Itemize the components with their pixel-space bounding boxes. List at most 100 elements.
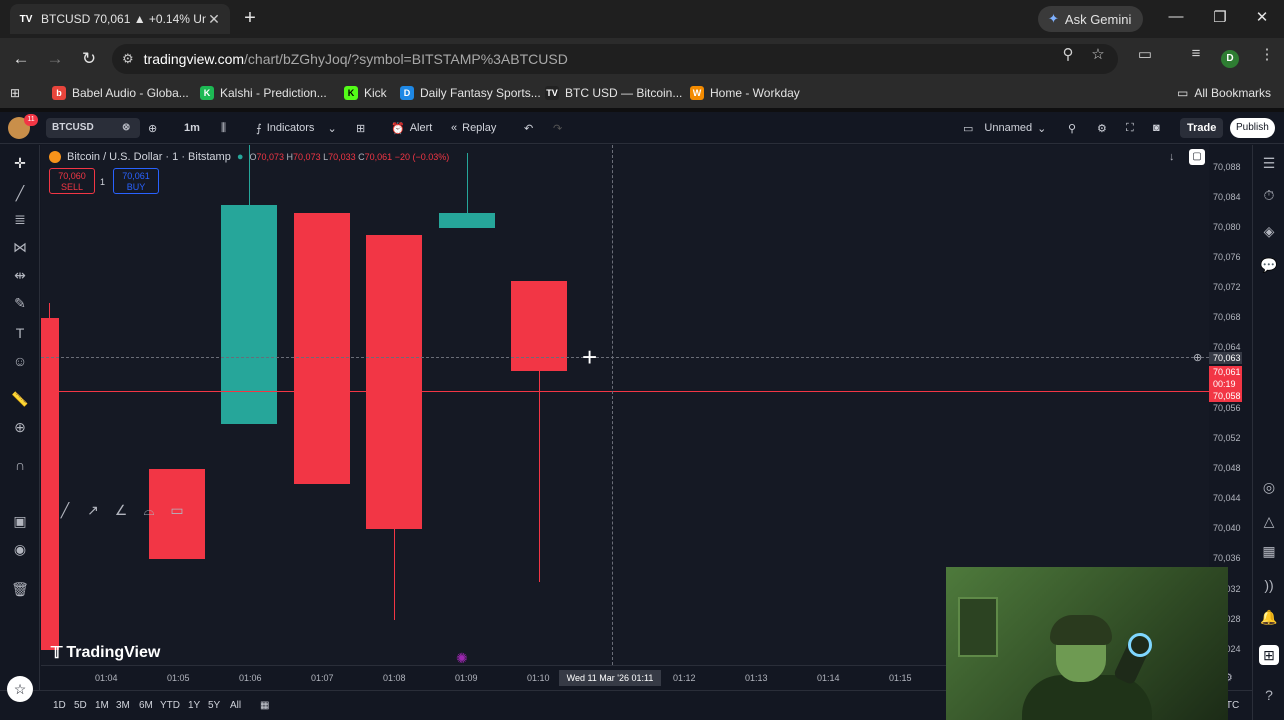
bookmark-star-icon[interactable]: ☆ xyxy=(1089,45,1107,63)
ask-gemini-button[interactable]: ✦ Ask Gemini xyxy=(1038,6,1144,32)
trash-icon[interactable]: 🗑 xyxy=(10,579,30,599)
range-button[interactable]: All xyxy=(230,700,241,711)
price-tick-label: 70,044 xyxy=(1213,493,1241,504)
replay-button[interactable]: « Replay xyxy=(451,119,496,137)
go-to-date-icon[interactable]: ▦ xyxy=(260,700,269,711)
range-button[interactable]: 1D xyxy=(53,700,66,711)
profile-avatar[interactable]: D xyxy=(1221,50,1239,68)
browser-menu-icon[interactable]: ⋮ xyxy=(1258,45,1276,63)
settings-lines-icon[interactable]: ≡ xyxy=(41,500,47,520)
range-button[interactable]: 5Y xyxy=(208,700,220,711)
alert-button[interactable]: ⏰ Alert xyxy=(391,119,432,137)
help-icon[interactable]: ? xyxy=(1259,685,1279,705)
layout-selector[interactable]: ▭ Unnamed ⌄ xyxy=(963,119,1046,137)
bookmark-kick[interactable]: K Kick xyxy=(344,86,387,100)
polyline-tool-icon[interactable]: ⌓ xyxy=(139,500,159,520)
line-tool-icon[interactable]: ╱ xyxy=(55,500,75,520)
last-price-line xyxy=(41,391,1209,392)
bookmark-btc-usd[interactable]: TV BTC USD — Bitcoin... xyxy=(545,86,682,100)
snapshot-camera-icon[interactable]: ◙ xyxy=(1153,119,1160,137)
close-window-button[interactable]: ✕ xyxy=(1252,8,1272,26)
time-tick-label: 01:15 xyxy=(889,673,912,683)
back-button[interactable]: ← xyxy=(10,48,32,70)
eye-icon[interactable]: ◉ xyxy=(10,539,30,559)
range-button[interactable]: 3M xyxy=(116,700,130,711)
legend-title[interactable]: Bitcoin / U.S. Dollar · 1 · Bitstamp xyxy=(67,151,231,163)
compare-icon[interactable]: ⊗ xyxy=(122,118,130,138)
apps-grid-icon[interactable]: ⊞ xyxy=(1259,645,1279,665)
publish-button[interactable]: Publish xyxy=(1230,118,1275,138)
add-alert-plus-icon[interactable]: ⊕ xyxy=(1193,351,1202,364)
candle-body[interactable] xyxy=(293,212,350,485)
all-bookmarks[interactable]: ▭ All Bookmarks xyxy=(1177,86,1271,100)
event-marker-icon[interactable]: ✺ xyxy=(456,650,468,665)
ray-tool-icon[interactable]: ↗ xyxy=(83,500,103,520)
pattern-tool-icon[interactable]: ⋈ xyxy=(10,237,30,257)
zoom-in-icon[interactable]: ⊕ xyxy=(10,417,30,437)
favorite-star-icon[interactable]: ☆ xyxy=(7,676,33,702)
brush-tool-icon[interactable]: ✎ xyxy=(10,293,30,313)
measure-ruler-icon[interactable]: 📏 xyxy=(10,389,30,409)
interval-button[interactable]: 1m xyxy=(184,119,200,137)
angle-tool-icon[interactable]: ∠ xyxy=(111,500,131,520)
range-button[interactable]: 6M xyxy=(139,700,153,711)
forward-button[interactable]: → xyxy=(44,48,66,70)
add-symbol-icon[interactable]: ⊕ xyxy=(148,119,157,137)
range-button[interactable]: 1Y xyxy=(188,700,200,711)
candle-body[interactable] xyxy=(41,318,59,650)
alerts-clock-icon[interactable]: ⏱ xyxy=(1259,185,1279,205)
emoji-tool-icon[interactable]: ☺ xyxy=(10,351,30,371)
bookmark-babel-audio[interactable]: b Babel Audio - Globa... xyxy=(52,86,189,100)
media-control-icon[interactable]: ≡ xyxy=(1187,45,1205,62)
ideas-icon[interactable]: △ xyxy=(1259,511,1279,531)
magnet-icon[interactable]: ∩ xyxy=(10,455,30,475)
text-tool-icon[interactable]: T xyxy=(10,323,30,343)
minimize-button[interactable]: — xyxy=(1166,8,1186,25)
sell-button[interactable]: 70,060 SELL xyxy=(49,168,95,194)
notifications-bell-icon[interactable]: 🔔 xyxy=(1259,607,1279,627)
url-field[interactable]: ⚙ tradingview.com /chart/bZGhyJoq/?symbo… xyxy=(112,44,1118,74)
target-icon[interactable]: ◎ xyxy=(1259,477,1279,497)
range-button[interactable]: 1M xyxy=(95,700,109,711)
buy-button[interactable]: 70,061 BUY xyxy=(113,168,159,194)
download-arrow-icon[interactable]: ↓ xyxy=(1169,151,1175,163)
browser-tab[interactable]: TV BTCUSD 70,061 ▲ +0.14% Unn ✕ xyxy=(10,4,230,34)
bookmark-workday[interactable]: W Home - Workday xyxy=(690,86,800,100)
new-tab-button[interactable]: + xyxy=(240,8,260,28)
candles-icon[interactable]: ⫼ xyxy=(221,119,226,137)
bookmark-kalshi[interactable]: K Kalshi - Prediction... xyxy=(200,86,327,100)
crosshair-tool-icon[interactable]: ✛ xyxy=(10,153,30,173)
range-button[interactable]: YTD xyxy=(160,700,180,711)
candle-body[interactable] xyxy=(366,235,423,530)
stream-icon[interactable]: )) xyxy=(1259,575,1279,595)
object-tree-icon[interactable]: ▢ xyxy=(1189,149,1205,165)
calendar-icon[interactable]: ▦ xyxy=(1259,541,1279,561)
rectangle-tool-icon[interactable]: ▭ xyxy=(167,500,187,520)
apps-grid-icon[interactable]: ⊞ xyxy=(10,86,20,100)
candle-body[interactable] xyxy=(438,212,495,228)
maximize-button[interactable]: ❐ xyxy=(1210,8,1230,26)
settings-gear-icon[interactable]: ⚙ xyxy=(1097,119,1107,137)
watchlist-icon[interactable]: ☰ xyxy=(1259,153,1279,173)
zoom-icon[interactable]: ⚲ xyxy=(1059,45,1077,63)
quick-search-icon[interactable]: ⚲ xyxy=(1068,119,1076,137)
screen-share-icon[interactable]: ▭ xyxy=(1136,45,1154,63)
layers-icon[interactable]: ◈ xyxy=(1259,221,1279,241)
lock-icon[interactable]: ▣ xyxy=(10,511,30,531)
fib-tool-icon[interactable]: ≣ xyxy=(10,209,30,229)
indicators-button[interactable]: ⨍ Indicators ⌄ xyxy=(256,119,337,137)
undo-icon[interactable]: ↶ xyxy=(524,119,533,137)
trade-button[interactable]: Trade xyxy=(1180,118,1224,138)
templates-icon[interactable]: ⊞ xyxy=(356,119,365,137)
chat-icon[interactable]: 💬 xyxy=(1259,255,1279,275)
site-info-icon[interactable]: ⚙ xyxy=(122,51,134,67)
range-button[interactable]: 5D xyxy=(74,700,87,711)
symbol-search[interactable]: BTCUSD ⊗ xyxy=(46,118,140,138)
close-tab-icon[interactable]: ✕ xyxy=(206,11,222,28)
reload-button[interactable]: ↻ xyxy=(78,48,100,70)
fullscreen-icon[interactable]: ⛶ xyxy=(1126,119,1134,137)
trendline-tool-icon[interactable]: ╱ xyxy=(10,183,30,203)
redo-icon[interactable]: ↷ xyxy=(553,119,562,137)
bookmark-daily-fantasy[interactable]: D Daily Fantasy Sports... xyxy=(400,86,541,100)
forecast-tool-icon[interactable]: ⇹ xyxy=(10,265,30,285)
